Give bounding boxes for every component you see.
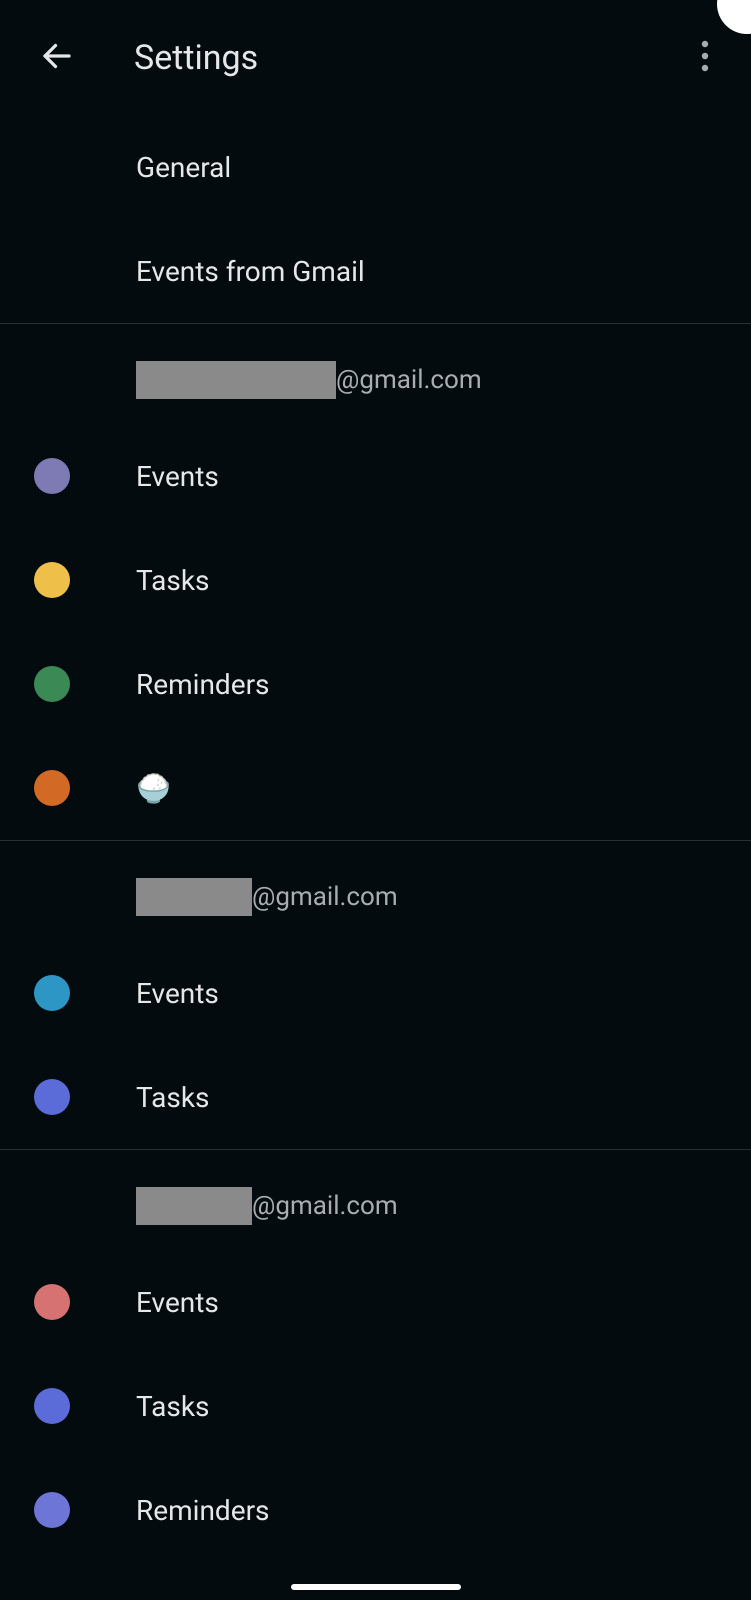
account-header: @gmail.com: [0, 324, 751, 424]
calendar-item-label: Events: [136, 977, 219, 1010]
redacted-block: [136, 878, 252, 916]
calendar-item-label: Tasks: [136, 1081, 210, 1114]
arrow-left-icon: [39, 38, 75, 78]
calendar-color-dot: [34, 666, 70, 702]
account-header: @gmail.com: [0, 841, 751, 941]
account-email-suffix: @gmail.com: [252, 882, 398, 912]
account-email-suffix: @gmail.com: [252, 1191, 398, 1221]
calendar-item[interactable]: Events: [0, 941, 751, 1045]
calendar-color-dot: [34, 975, 70, 1011]
calendar-item[interactable]: Events: [0, 1250, 751, 1354]
calendar-item[interactable]: 🍚: [0, 736, 751, 840]
calendar-item-label: Reminders: [136, 668, 270, 701]
calendar-item-label: Tasks: [136, 1390, 210, 1423]
calendar-item[interactable]: Tasks: [0, 1045, 751, 1149]
calendar-item[interactable]: Reminders: [0, 1458, 751, 1562]
redacted-block: [136, 361, 336, 399]
calendar-item[interactable]: Events: [0, 424, 751, 528]
calendar-item-label: Events: [136, 1286, 219, 1319]
settings-item-label: General: [136, 151, 231, 184]
calendar-color-dot: [34, 1284, 70, 1320]
app-header: Settings: [0, 0, 751, 115]
account-header: @gmail.com: [0, 1150, 751, 1250]
calendar-color-dot: [34, 1079, 70, 1115]
calendar-item[interactable]: Tasks: [0, 528, 751, 632]
account-email-suffix: @gmail.com: [336, 365, 482, 395]
calendar-item-label: 🍚: [136, 772, 171, 805]
more-vert-icon: [701, 40, 709, 76]
settings-item-label: Events from Gmail: [136, 255, 365, 288]
calendar-color-dot: [34, 1388, 70, 1424]
overflow-menu-button[interactable]: [681, 34, 729, 82]
page-title: Settings: [134, 38, 681, 78]
settings-item-general[interactable]: General: [0, 115, 751, 219]
settings-item-events-from-gmail[interactable]: Events from Gmail: [0, 219, 751, 323]
back-button[interactable]: [28, 29, 86, 87]
redacted-block: [136, 1187, 252, 1225]
calendar-item[interactable]: Tasks: [0, 1354, 751, 1458]
calendar-item-label: Tasks: [136, 564, 210, 597]
calendar-item-label: Events: [136, 460, 219, 493]
calendar-color-dot: [34, 770, 70, 806]
calendar-item[interactable]: Reminders: [0, 632, 751, 736]
calendar-color-dot: [34, 1492, 70, 1528]
calendar-item-label: Reminders: [136, 1494, 270, 1527]
calendar-color-dot: [34, 562, 70, 598]
calendar-color-dot: [34, 458, 70, 494]
home-indicator: [291, 1584, 461, 1590]
